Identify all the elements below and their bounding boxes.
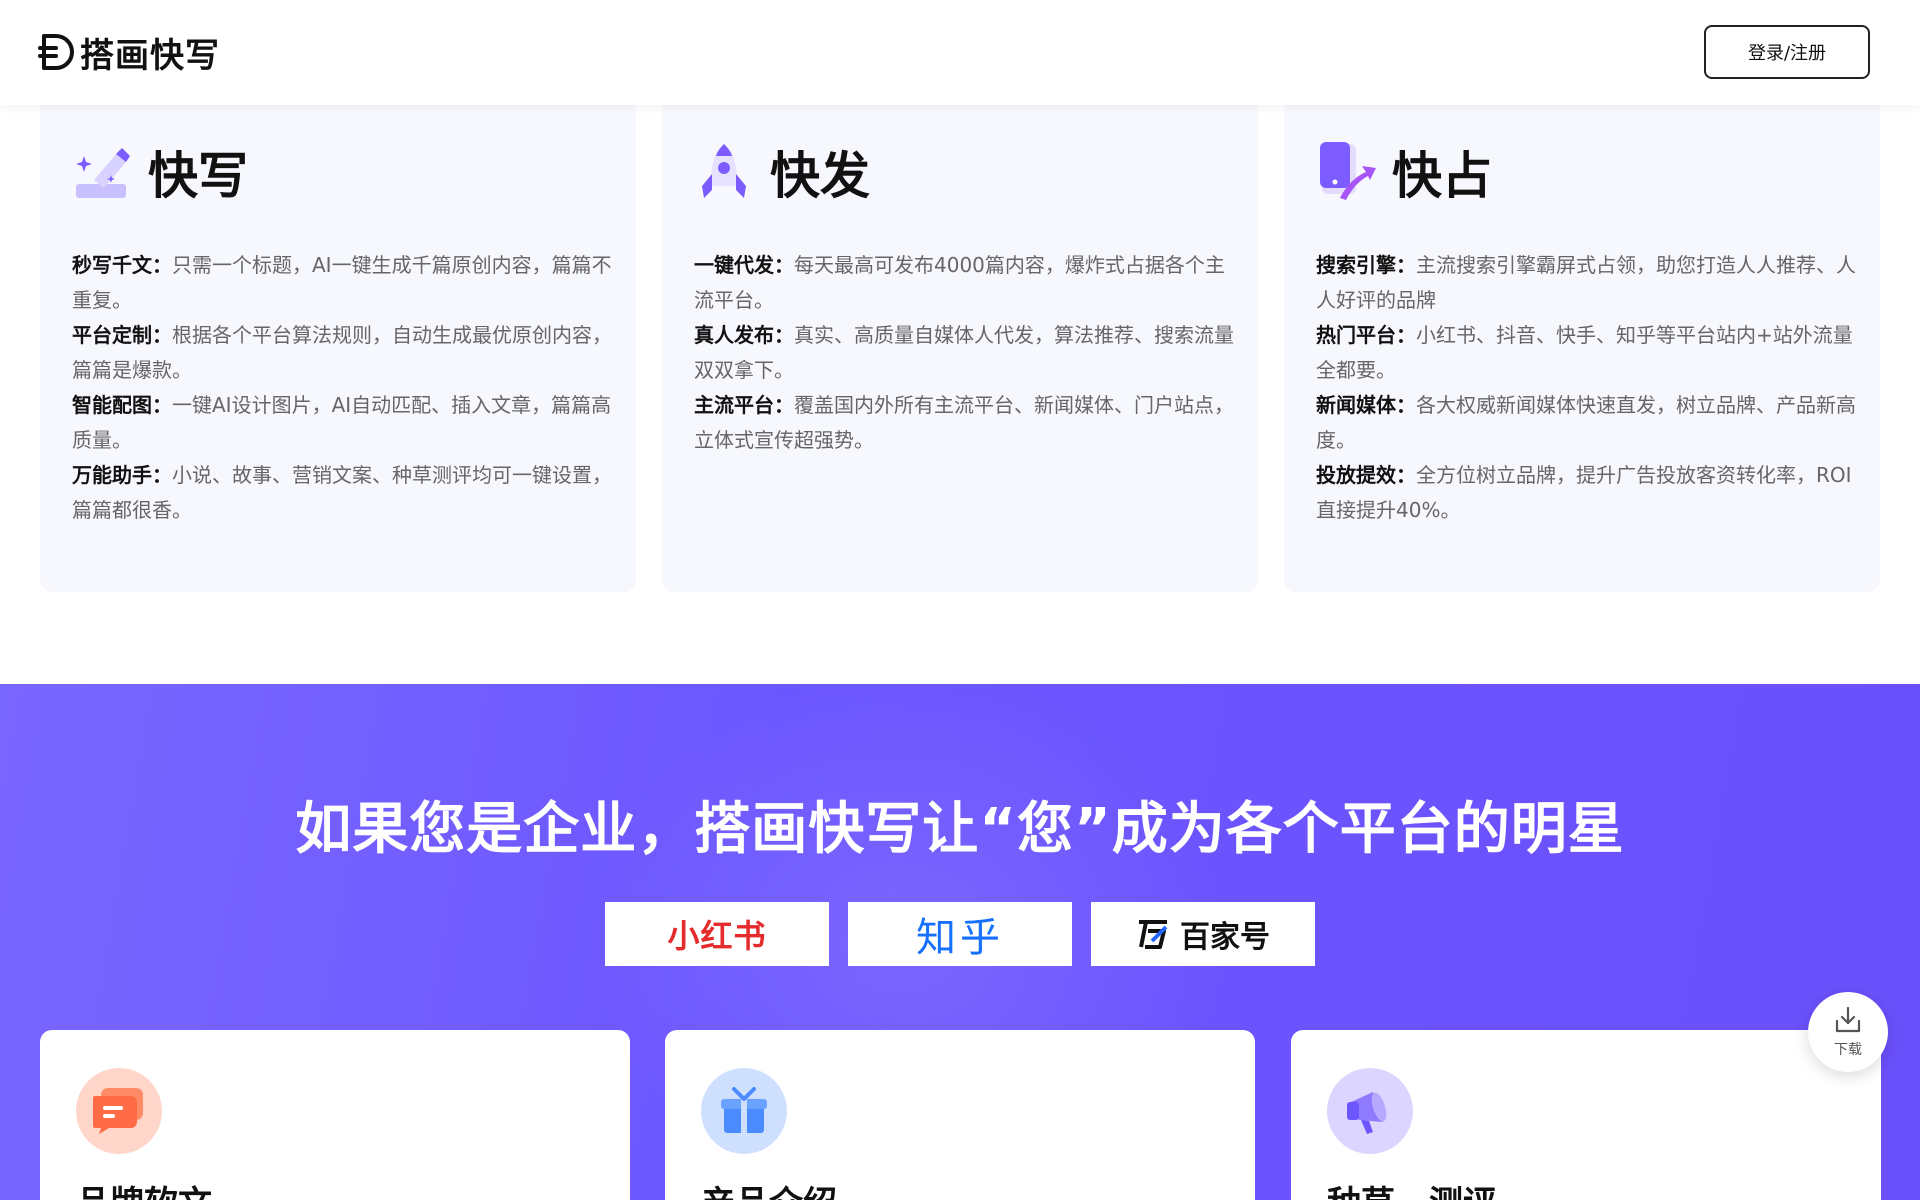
scene-title: 产品介绍 [701,1176,837,1200]
feature-item: 一键代发：每天最高可发布4000篇内容，爆炸式占据各个主流平台。 [694,248,1234,318]
feature-title: 快写 [148,147,248,205]
feature-item-key: 搜索引擎： [1316,253,1416,277]
rocket-icon [702,144,746,198]
feature-card-write: 快写 秒写千文：只需一个标题，AI一键生成千篇原创内容，篇篇不重复。 平台定制：… [40,100,636,592]
feature-card-occupy: 快占 搜索引擎：主流搜索引擎霸屏式占领，助您打造人人推荐、人人好评的品牌 热门平… [1284,100,1880,592]
platform-name: 百家号 [1180,920,1270,955]
baijiahao-mark-icon [1139,920,1168,949]
feature-item-key: 平台定制： [72,323,172,347]
promo-title: 如果您是企业，搭画快写让“您”成为各个平台的明星 [295,797,1625,862]
feature-item: 真人发布：真实、高质量自媒体人代发，算法推荐、搜索流量双双拿下。 [694,318,1234,388]
feature-item-key: 智能配图： [72,393,172,417]
feature-item: 搜索引擎：主流搜索引擎霸屏式占领，助您打造人人推荐、人人好评的品牌 [1316,248,1856,318]
chat-bubble-icon [93,1088,143,1134]
feature-item-key: 秒写千文： [72,253,172,277]
top-header: 搭画快写 登录/注册 [0,0,1920,105]
scene-card-product-intro[interactable]: 产品介绍 [665,1030,1255,1200]
feature-card-header: 快发 [694,136,870,208]
feature-item-key: 新闻媒体： [1316,393,1416,417]
feature-item-key: 一键代发： [694,253,794,277]
phone-arrow-icon [1320,142,1376,200]
pen-sparkle-icon [76,148,130,198]
enterprise-promo-section: 如果您是企业，搭画快写让“您”成为各个平台的明星 小红书 知乎 百家号 品牌软 [0,684,1920,1200]
feature-item-key: 真人发布： [694,323,794,347]
brand-name: 搭画快写 [80,35,220,76]
feature-item: 新闻媒体：各大权威新闻媒体快速直发，树立品牌、产品新高度。 [1316,388,1856,458]
feature-item-key: 主流平台： [694,393,794,417]
feature-item: 主流平台：覆盖国内外所有主流平台、新闻媒体、门户站点，立体式宣传超强势。 [694,388,1234,458]
login-register-button[interactable]: 登录/注册 [1704,25,1870,79]
download-icon [1835,1006,1861,1033]
feature-item: 万能助手：小说、故事、营销文案、种草测评均可一键设置，篇篇都很香。 [72,458,612,528]
brand-logo[interactable]: 搭画快写 [38,30,220,76]
platform-name: 知乎 [916,915,1004,961]
scene-card-brand-article[interactable]: 品牌软文 [40,1030,630,1200]
feature-item-key: 万能助手： [72,463,172,487]
megaphone-icon [1347,1092,1387,1134]
feature-item-key: 热门平台： [1316,323,1416,347]
feature-card-publish: 快发 一键代发：每天最高可发布4000篇内容，爆炸式占据各个主流平台。 真人发布… [662,100,1258,592]
feature-card-header: 快占 [1316,136,1492,208]
feature-title: 快发 [770,147,870,205]
scene-title: 品牌软文 [76,1176,212,1200]
feature-item: 平台定制：根据各个平台算法规则，自动生成最优原创内容，篇篇是爆款。 [72,318,612,388]
download-label: 下载 [1834,1042,1862,1058]
feature-title: 快占 [1392,147,1492,205]
scene-icon-wrap [701,1068,787,1154]
scene-title: 种草、测评 [1327,1176,1497,1200]
feature-card-header: 快写 [72,136,248,208]
feature-item: 投放提效：全方位树立品牌，提升广告投放客资转化率，ROI直接提升40%。 [1316,458,1856,528]
feature-item: 智能配图：一键AI设计图片，AI自动匹配、插入文章，篇篇高质量。 [72,388,612,458]
platform-logo-content: 百家号 [1136,912,1270,956]
platform-logo-baijiahao: 百家号 [1091,902,1315,966]
platform-name: 小红书 [667,917,767,955]
feature-item-key: 投放提效： [1316,463,1416,487]
feature-list: 一键代发：每天最高可发布4000篇内容，爆炸式占据各个主流平台。 真人发布：真实… [694,248,1234,458]
platform-logo-zhihu: 知乎 [848,902,1072,966]
platform-logo-xiaohongshu: 小红书 [605,902,829,966]
scene-icon-wrap [1327,1068,1413,1154]
scene-card-review[interactable]: 种草、测评 [1291,1030,1881,1200]
feature-list: 搜索引擎：主流搜索引擎霸屏式占领，助您打造人人推荐、人人好评的品牌 热门平台：小… [1316,248,1856,528]
logo-mark-icon [38,34,74,70]
download-float-button[interactable]: 下载 [1808,992,1888,1072]
feature-item: 热门平台：小红书、抖音、快手、知乎等平台站内+站外流量全都要。 [1316,318,1856,388]
feature-item: 秒写千文：只需一个标题，AI一键生成千篇原创内容，篇篇不重复。 [72,248,612,318]
gift-icon [721,1087,767,1133]
feature-list: 秒写千文：只需一个标题，AI一键生成千篇原创内容，篇篇不重复。 平台定制：根据各… [72,248,612,528]
scene-icon-wrap [76,1068,162,1154]
